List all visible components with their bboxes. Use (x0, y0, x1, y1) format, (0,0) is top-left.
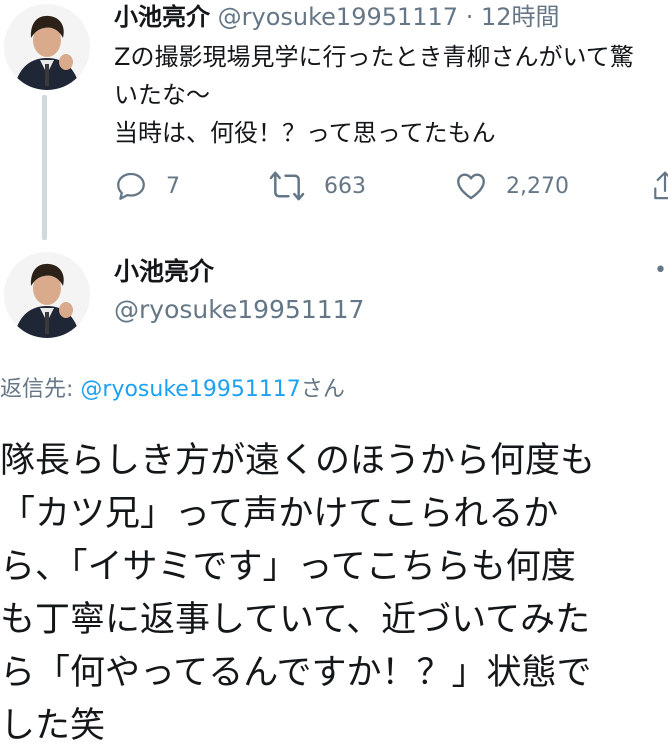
tweet1-handle[interactable]: @ryosuke19951117 (218, 3, 458, 31)
more-icon[interactable]: •• (654, 258, 668, 283)
like-button[interactable]: 2,270 (454, 166, 569, 206)
share-button[interactable] (650, 166, 668, 206)
tweet2-display-name[interactable]: 小池亮介 (114, 254, 214, 290)
tweet1-action-bar: 7 663 2,270 (114, 166, 668, 206)
tweet1-timestamp[interactable]: 12時間 (481, 3, 560, 31)
retweet-icon (268, 169, 306, 203)
reply-icon (114, 169, 148, 203)
tweet2-text: 隊長らしき方が遠くのほうから何度も 「カツ兄」って声かけてこられるか ら、「イサ… (0, 435, 668, 753)
tweet2-handle[interactable]: @ryosuke19951117 (114, 292, 364, 328)
retweet-count: 663 (324, 173, 366, 199)
avatar-tweet1[interactable] (4, 4, 90, 90)
reply-count: 7 (166, 173, 180, 199)
heart-icon (454, 169, 488, 203)
reply-button[interactable]: 7 (114, 166, 180, 206)
reply-to-handle-link[interactable]: @ryosuke19951117 (80, 377, 300, 402)
like-count: 2,270 (506, 173, 569, 199)
tweet2-text-line: 隊長らしき方が遠くのほうから何度も (0, 441, 596, 481)
tweet2-text-line: も丁寧に返事していて、近づいてみた (0, 600, 591, 640)
reply-to-prefix: 返信先: (0, 377, 81, 402)
tweet1-display-name[interactable]: 小池亮介 (114, 3, 210, 31)
tweet1-text-line: Zの撮影現場見学に行ったとき青柳さんがいて驚 (114, 43, 634, 71)
reply-to-line: 返信先: @ryosuke19951117さん (0, 373, 345, 407)
reply-to-suffix: さん (300, 377, 345, 402)
tweet1-text-line: いたな〜 (114, 81, 210, 109)
share-icon (650, 169, 668, 203)
tweet2-text-line: ら「何やってるんですか！？」状態で (0, 653, 592, 693)
tweet1-text-line: 当時は、何役！？って思ってたもん (114, 119, 496, 147)
retweet-button[interactable]: 663 (268, 166, 366, 206)
tweet1-separator: · (465, 3, 474, 31)
avatar-tweet2[interactable] (4, 252, 90, 338)
tweet2-text-line: ら、「イサミです」ってこちらも何度 (0, 547, 576, 587)
tweet1-text: Zの撮影現場見学に行ったとき青柳さんがいて驚 いたな〜 当時は、何役！？って思っ… (114, 38, 668, 152)
tweet1-header: 小池亮介 @ryosuke19951117 · 12時間 (114, 0, 560, 34)
thread-connector-line (42, 95, 47, 240)
tweet2-text-line: した笑 (0, 706, 106, 746)
tweet2-text-line: 「カツ兄」って声かけてこられるか (0, 494, 559, 534)
